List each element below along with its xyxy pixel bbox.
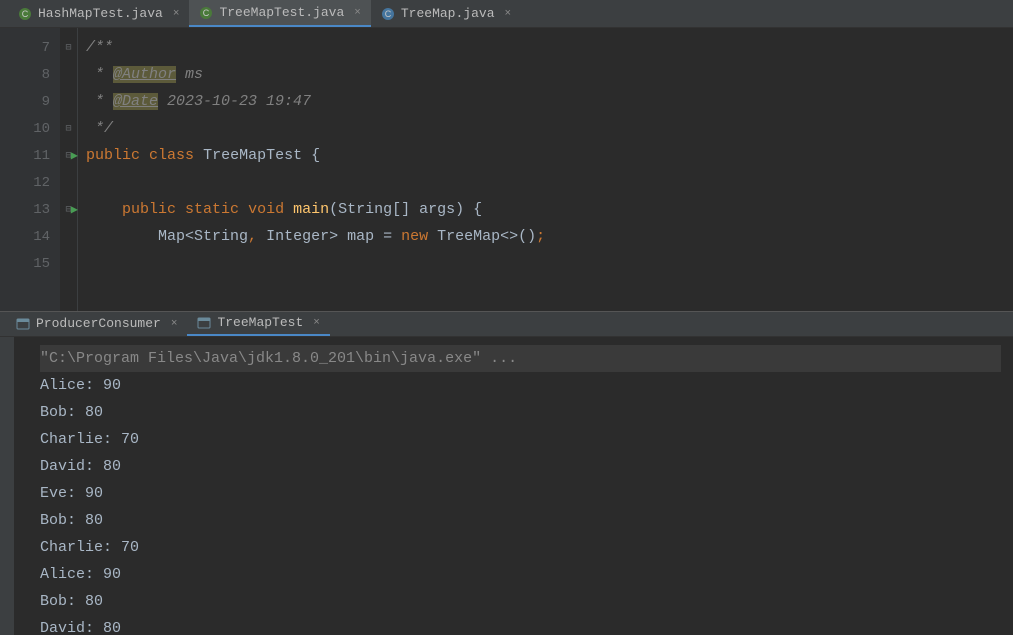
console-output-line: Bob: 80 [40, 507, 1001, 534]
console-tab[interactable]: TreeMapTest × [187, 312, 329, 336]
console-output-line: Alice: 90 [40, 372, 1001, 399]
svg-text:C: C [22, 9, 29, 19]
editor-tabs: C HashMapTest.java × C TreeMapTest.java × C Tre… [0, 0, 1013, 28]
close-icon[interactable]: × [171, 318, 178, 330]
console-tab-label: TreeMapTest [217, 315, 303, 330]
console-output-line: Eve: 90 [40, 480, 1001, 507]
svg-text:C: C [203, 8, 210, 18]
fold-marker [60, 250, 77, 277]
fold-column: ⊟⊟⊟⊟ [60, 28, 78, 311]
console-output-line: Bob: 80 [40, 588, 1001, 615]
line-number[interactable]: 15 [0, 250, 60, 277]
close-icon[interactable]: × [313, 317, 320, 329]
editor-tab[interactable]: C TreeMapTest.java × [189, 0, 370, 27]
editor-tab[interactable]: C TreeMap.java × [371, 0, 521, 27]
comment-end: */ [86, 120, 113, 137]
close-icon[interactable]: × [505, 8, 512, 20]
line-number[interactable]: 11▶ [0, 142, 60, 169]
fold-marker [60, 61, 77, 88]
editor-tab-label: HashMapTest.java [38, 6, 163, 21]
comment-start: /** [86, 39, 113, 56]
line-number[interactable]: 12 [0, 169, 60, 196]
line-number[interactable]: 9 [0, 88, 60, 115]
console-output[interactable]: "C:\Program Files\Java\jdk1.8.0_201\bin\… [0, 337, 1013, 635]
java-class-icon: C [199, 6, 213, 20]
javadoc-author-tag: @Author [113, 66, 176, 83]
console-output-line: Charlie: 70 [40, 426, 1001, 453]
run-config-icon [197, 316, 211, 330]
fold-marker[interactable]: ⊟ [60, 115, 77, 142]
console-output-line: Charlie: 70 [40, 534, 1001, 561]
fold-marker [60, 88, 77, 115]
java-class-icon: C [18, 7, 32, 21]
console-output-line: David: 80 [40, 453, 1001, 480]
run-gutter-icon[interactable]: ▶ [71, 148, 78, 163]
line-number[interactable]: 10 [0, 115, 60, 142]
console-tab[interactable]: ProducerConsumer × [6, 312, 187, 336]
console-output-line: Alice: 90 [40, 561, 1001, 588]
editor-pane: 7891011▶1213▶1415 ⊟⊟⊟⊟ /** * @Author ms … [0, 28, 1013, 311]
run-gutter-icon[interactable]: ▶ [71, 202, 78, 217]
svg-text:C: C [385, 9, 392, 19]
fold-marker [60, 169, 77, 196]
run-config-icon [16, 317, 30, 331]
java-lib-class-icon: C [381, 7, 395, 21]
javadoc-date-tag: @Date [113, 93, 158, 110]
console-output-line: Bob: 80 [40, 399, 1001, 426]
console-tab-label: ProducerConsumer [36, 316, 161, 331]
line-number[interactable]: 14 [0, 223, 60, 250]
console-tabs: ProducerConsumer × TreeMapTest × [0, 311, 1013, 337]
editor-tab[interactable]: C HashMapTest.java × [8, 0, 189, 27]
line-number[interactable]: 7 [0, 34, 60, 61]
line-number-gutter: 7891011▶1213▶1415 [0, 28, 60, 311]
fold-marker[interactable]: ⊟ [60, 34, 77, 61]
close-icon[interactable]: × [354, 7, 361, 19]
editor-tab-label: TreeMapTest.java [219, 5, 344, 20]
console-command-line: "C:\Program Files\Java\jdk1.8.0_201\bin\… [40, 345, 1001, 372]
fold-marker [60, 223, 77, 250]
console-output-line: David: 80 [40, 615, 1001, 635]
line-number[interactable]: 13▶ [0, 196, 60, 223]
close-icon[interactable]: × [173, 8, 180, 20]
code-area[interactable]: /** * @Author ms * @Date 2023-10-23 19:4… [78, 28, 1013, 311]
editor-tab-label: TreeMap.java [401, 6, 495, 21]
line-number[interactable]: 8 [0, 61, 60, 88]
